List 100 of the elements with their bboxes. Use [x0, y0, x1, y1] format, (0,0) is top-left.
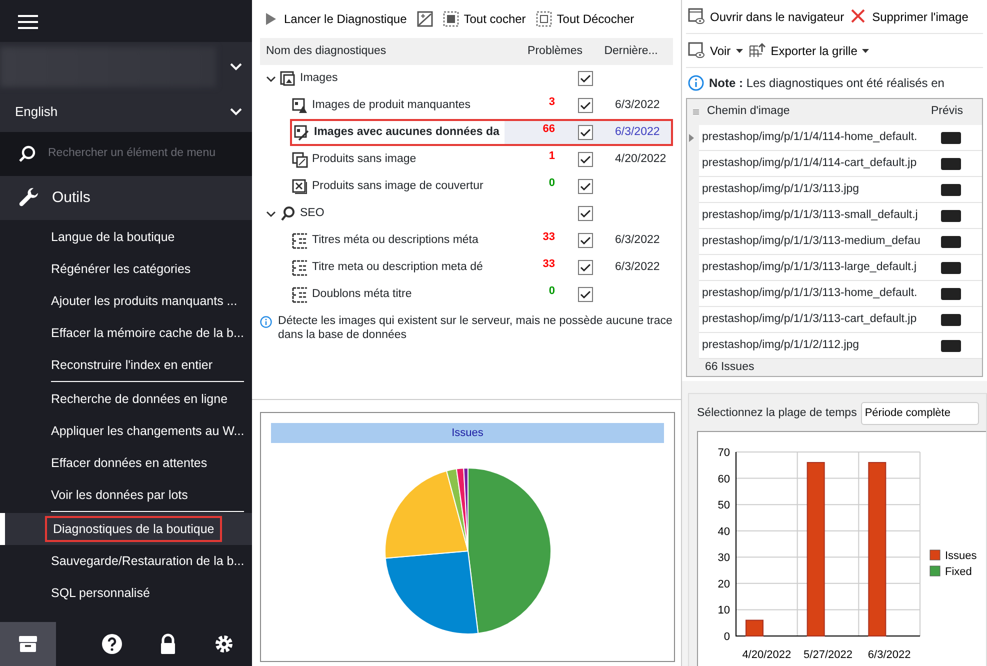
- view-toolbar-button[interactable]: Voir: [686, 40, 745, 62]
- drag-handle-icon[interactable]: [693, 109, 699, 115]
- sidebar-menu-item[interactable]: Effacer données en attentes: [0, 447, 252, 479]
- chart-title: Issues: [271, 422, 664, 443]
- checkbox[interactable]: [578, 287, 592, 302]
- column-header[interactable]: Chemin d'image: [707, 103, 931, 121]
- sidebar-menu-item[interactable]: Recherche de données en ligne: [0, 383, 252, 415]
- image-slash-icon: [292, 152, 308, 168]
- deselect-all-icon: [536, 11, 552, 27]
- photo-placeholder: [941, 184, 961, 196]
- close-icon: [850, 8, 868, 25]
- tick-label: 20: [718, 578, 730, 590]
- image-cross-icon: [292, 178, 308, 194]
- sidebar-menu-item[interactable]: Effacer la mémoire cache de la b...: [0, 317, 252, 349]
- uncheck-toolbar-button[interactable]: Tout Décocher: [532, 8, 638, 30]
- checkbox[interactable]: [578, 206, 592, 221]
- legend-label: Issues: [945, 550, 977, 562]
- issue-count: 1: [548, 150, 555, 162]
- checkbox[interactable]: [578, 98, 592, 113]
- image-slash-icon: [294, 124, 310, 140]
- checkbox[interactable]: [578, 71, 592, 86]
- menu-search-input[interactable]: Rechercher un élément de menu: [48, 145, 234, 163]
- photo-placeholder: [941, 210, 961, 222]
- grid-cell-text: prestashop/img/p/1/1/3/113-large_default.j: [701, 260, 918, 275]
- info-icon: [260, 314, 272, 330]
- diagnostic-label[interactable]: Titre meta ou description meta dé: [312, 258, 483, 276]
- dotted-list-icon: [292, 232, 308, 248]
- sidebar-menu-item[interactable]: Ajouter les produits manquants ...: [0, 285, 252, 317]
- grid-cell-text: prestashop/img/p/1/1/4/114-home_default.: [701, 130, 918, 145]
- diagnostic-label[interactable]: Produits sans image de couvertur: [312, 178, 484, 196]
- sidebar-menu-item[interactable]: Reconstruire l'index en entier: [0, 349, 252, 381]
- image-icon: [416, 11, 433, 27]
- sidebar-menu-item[interactable]: Appliquer les changements au W...: [0, 415, 252, 447]
- run-toolbar-button[interactable]: Lancer le Diagnostique: [260, 8, 410, 30]
- delete-toolbar-button[interactable]: Supprimer l'image: [848, 6, 970, 28]
- issue-total: 66 Issues: [705, 360, 754, 375]
- language-label[interactable]: English: [15, 102, 58, 122]
- sidebar-menu-item[interactable]: Régénérer les catégories: [0, 253, 252, 285]
- checkbox[interactable]: [578, 179, 592, 194]
- browser-eye-icon: [688, 8, 705, 25]
- date-text: 4/20/2022: [615, 152, 666, 165]
- issue-count: 0: [548, 285, 555, 297]
- help-icon: [101, 633, 123, 655]
- diagnostic-label[interactable]: Titres méta ou descriptions méta: [312, 232, 478, 250]
- legend-swatch: [930, 550, 940, 560]
- open-toolbar-button[interactable]: Ouvrir dans le navigateur: [686, 6, 846, 28]
- time-range-dropdown[interactable]: Période complète: [860, 402, 979, 425]
- issue-count: 33: [542, 231, 555, 243]
- grid-cell-text: prestashop/img/p/1/1/3/113-small_default.j: [701, 208, 919, 223]
- sidebar-menu-item[interactable]: SQL personnalisé: [0, 577, 252, 609]
- export-toolbar-button[interactable]: Exporter la grille: [746, 40, 872, 62]
- browser-eye-icon: [688, 42, 705, 59]
- store-button[interactable]: [0, 622, 56, 666]
- checkbox[interactable]: [578, 152, 592, 167]
- checkbox[interactable]: [578, 125, 592, 140]
- range-label: Sélectionnez la plage de temps: [697, 406, 857, 421]
- photo-placeholder: [941, 132, 961, 144]
- tick-label: 70: [718, 446, 730, 459]
- group-label[interactable]: Images: [300, 70, 338, 88]
- sidebar-menu-item[interactable]: Sauvegarde/Restauration de la b...: [0, 545, 252, 577]
- diagnostic-label[interactable]: Produits sans image: [312, 150, 416, 168]
- image-warning-icon: [292, 98, 308, 114]
- sidebar-menu-item[interactable]: Langue de la boutique: [0, 221, 252, 253]
- diagnostic-label[interactable]: Images de produit manquantes: [312, 96, 471, 114]
- diagnostic-label[interactable]: Images avec aucunes données da: [314, 124, 500, 142]
- date-text: 6/3/2022: [615, 98, 660, 111]
- search-icon: [280, 206, 296, 222]
- column-header[interactable]: Prévis: [931, 103, 963, 121]
- checkbox[interactable]: [578, 260, 592, 275]
- chevron-down-icon[interactable]: [266, 208, 276, 218]
- grid-cell-text: prestashop/img/p/1/1/3/113-cart_default.jp: [701, 312, 918, 327]
- tick-label: 10: [718, 604, 730, 616]
- sidebar-menu-item[interactable]: Voir les données par lots: [0, 479, 252, 511]
- category-label: 4/20/2022: [742, 648, 792, 661]
- column-header[interactable]: Problèmes: [506, 42, 604, 60]
- checkbox[interactable]: [578, 233, 592, 248]
- settings-icon: [213, 633, 235, 655]
- chevron-down-icon[interactable]: [266, 74, 276, 84]
- group-label[interactable]: SEO: [300, 204, 324, 222]
- date-text: 6/3/2022: [615, 126, 660, 138]
- photo-placeholder: [941, 236, 961, 248]
- column-header[interactable]: Nom des diagnostiques: [260, 42, 506, 60]
- search-icon: [18, 145, 36, 163]
- info-text: Détecte les images qui existent sur le serveur, mais ne possède aucune trace dans la base de données: [278, 314, 673, 343]
- tick-label: 60: [718, 473, 730, 486]
- grid-upload-icon: [748, 42, 766, 59]
- issue-count: 3: [548, 96, 555, 108]
- grid-cell-text: prestashop/img/p/1/1/4/114-cart_default.jp: [701, 156, 918, 171]
- column-header[interactable]: Dernière...: [604, 42, 673, 60]
- tick-label: 40: [718, 526, 730, 538]
- info-icon: [688, 75, 704, 91]
- images-icon: [280, 70, 296, 86]
- check-toolbar-button[interactable]: Tout cocher: [440, 8, 529, 30]
- diagnostic-label[interactable]: Doublons méta titre: [312, 286, 412, 304]
- category-label: 6/3/2022: [868, 648, 911, 661]
- menu-search-field[interactable]: Rechercher un élément de menu: [0, 132, 252, 176]
- tick-label: 30: [718, 552, 730, 564]
- dotted-list-icon: [292, 286, 308, 302]
- menu-icon[interactable]: [18, 14, 38, 30]
- sidebar-menu-item[interactable]: Diagnostiques de la boutique: [0, 513, 252, 545]
